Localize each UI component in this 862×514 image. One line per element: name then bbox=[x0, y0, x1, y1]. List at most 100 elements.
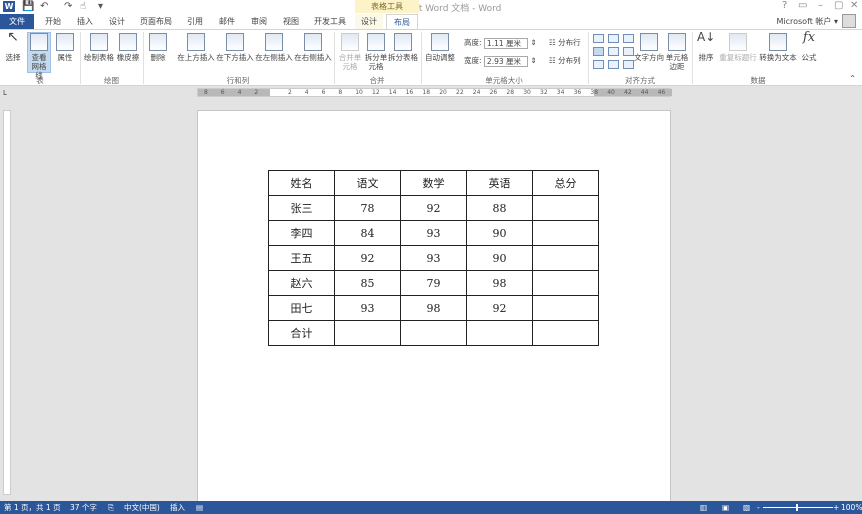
tab-table-layout[interactable]: 布局 bbox=[386, 14, 418, 29]
table-cell[interactable]: 98 bbox=[466, 270, 533, 296]
height-spinner-icon[interactable]: ⇕ bbox=[530, 38, 536, 47]
zoom-in-button[interactable]: + bbox=[833, 501, 839, 514]
minimize-button[interactable]: – bbox=[818, 0, 823, 11]
table-cell[interactable]: 84 bbox=[334, 220, 401, 246]
table-cell[interactable] bbox=[532, 220, 599, 246]
web-layout-icon[interactable]: ▧ bbox=[743, 501, 750, 514]
table-cell[interactable]: 92 bbox=[334, 245, 401, 271]
document-page[interactable]: 姓名 语文 数学 英语 总分 张三 78 92 88 李四 84 93 90 王五 92 93 90 赵六 85 79… bbox=[197, 110, 671, 505]
draw-table-button[interactable]: 绘制表格 bbox=[84, 33, 114, 62]
table-cell[interactable]: 语文 bbox=[334, 170, 401, 196]
table-cell[interactable]: 98 bbox=[400, 295, 467, 321]
tab-insert[interactable]: 插入 bbox=[72, 14, 98, 29]
eraser-button[interactable]: 橡皮擦 bbox=[115, 33, 141, 62]
table-cell[interactable]: 93 bbox=[400, 220, 467, 246]
table-cell[interactable]: 姓名 bbox=[268, 170, 335, 196]
cell-margins-button[interactable]: 单元格边距 bbox=[664, 33, 690, 71]
split-table-button[interactable]: 拆分表格 bbox=[388, 33, 418, 62]
insert-left-button[interactable]: 在左侧插入 bbox=[254, 33, 294, 62]
table-cell[interactable]: 田七 bbox=[268, 295, 335, 321]
delete-button[interactable]: 删除 bbox=[146, 33, 170, 62]
language-indicator[interactable]: 中文(中国) bbox=[124, 501, 160, 514]
tab-review[interactable]: 审阅 bbox=[246, 14, 272, 29]
table-cell[interactable]: 78 bbox=[334, 195, 401, 221]
sort-button[interactable]: A↓ 排序 bbox=[696, 31, 716, 62]
table-cell[interactable] bbox=[532, 270, 599, 296]
table-cell[interactable] bbox=[400, 320, 467, 346]
table-cell[interactable]: 90 bbox=[466, 220, 533, 246]
autofit-button[interactable]: 自动调整 bbox=[424, 33, 456, 62]
zoom-level[interactable]: 100% bbox=[841, 501, 862, 514]
horizontal-ruler[interactable]: 8 6 4 2 2 4 6 8 10 12 14 16 18 20 22 24 26 28 30 32 34 36 38 40… bbox=[197, 88, 672, 97]
table-cell[interactable]: 王五 bbox=[268, 245, 335, 271]
account-menu[interactable]: Microsoft 帐户 ▾ bbox=[776, 16, 838, 27]
print-layout-icon[interactable]: ▣ bbox=[722, 501, 729, 514]
table-cell[interactable] bbox=[532, 295, 599, 321]
table-cell[interactable]: 93 bbox=[334, 295, 401, 321]
insert-mode-indicator[interactable]: 插入 bbox=[170, 501, 185, 514]
tab-page-layout[interactable]: 页面布局 bbox=[136, 14, 176, 29]
height-input[interactable]: 1.11 厘米 bbox=[483, 37, 528, 49]
table-cell[interactable] bbox=[466, 320, 533, 346]
align-middle-left-icon[interactable] bbox=[593, 47, 604, 56]
align-top-left-icon[interactable] bbox=[593, 34, 604, 43]
table-cell[interactable]: 李四 bbox=[268, 220, 335, 246]
macro-record-icon[interactable]: ▤ bbox=[196, 501, 203, 514]
table-cell[interactable]: 赵六 bbox=[268, 270, 335, 296]
insert-right-button[interactable]: 在右侧插入 bbox=[293, 33, 333, 62]
table-cell[interactable]: 90 bbox=[466, 245, 533, 271]
zoom-slider[interactable] bbox=[763, 507, 833, 508]
tab-mailings[interactable]: 邮件 bbox=[214, 14, 240, 29]
width-spinner-icon[interactable]: ⇕ bbox=[530, 56, 536, 65]
convert-to-text-button[interactable]: 转换为文本 bbox=[758, 33, 798, 62]
tab-references[interactable]: 引用 bbox=[182, 14, 208, 29]
read-mode-icon[interactable]: ▥ bbox=[700, 501, 707, 514]
table-cell[interactable]: 合计 bbox=[268, 320, 335, 346]
merge-cells-button[interactable]: 合并单元格 bbox=[338, 33, 362, 71]
align-bottom-left-icon[interactable] bbox=[593, 60, 604, 69]
zoom-out-button[interactable]: - bbox=[757, 501, 760, 514]
repeat-header-button[interactable]: 重复标题行 bbox=[718, 33, 758, 62]
proofing-icon[interactable]: ⎘ bbox=[108, 501, 114, 514]
text-direction-button[interactable]: 文字方向 bbox=[634, 33, 664, 62]
table-cell[interactable] bbox=[532, 245, 599, 271]
formula-button[interactable]: fx 公式 bbox=[798, 31, 820, 62]
close-button[interactable]: ✕ bbox=[850, 0, 858, 11]
table-cell[interactable]: 总分 bbox=[532, 170, 599, 196]
table-cell[interactable] bbox=[532, 195, 599, 221]
table-cell[interactable]: 数学 bbox=[400, 170, 467, 196]
insert-below-button[interactable]: 在下方插入 bbox=[215, 33, 255, 62]
table-cell[interactable]: 张三 bbox=[268, 195, 335, 221]
insert-above-button[interactable]: 在上方插入 bbox=[176, 33, 216, 62]
help-button[interactable]: ? bbox=[782, 0, 787, 11]
tab-view[interactable]: 视图 bbox=[278, 14, 304, 29]
maximize-button[interactable]: ▢ bbox=[834, 0, 843, 11]
table-cell[interactable]: 79 bbox=[400, 270, 467, 296]
avatar[interactable] bbox=[842, 14, 856, 28]
align-top-right-icon[interactable] bbox=[623, 34, 634, 43]
align-top-center-icon[interactable] bbox=[608, 34, 619, 43]
table-cell[interactable] bbox=[334, 320, 401, 346]
table-cell[interactable]: 85 bbox=[334, 270, 401, 296]
collapse-ribbon-icon[interactable]: ⌃ bbox=[849, 74, 856, 83]
tab-design[interactable]: 设计 bbox=[104, 14, 130, 29]
align-bottom-right-icon[interactable] bbox=[623, 60, 634, 69]
distribute-cols-button[interactable]: ☷ 分布列 bbox=[549, 55, 581, 66]
table-cell[interactable]: 英语 bbox=[466, 170, 533, 196]
word-count[interactable]: 37 个字 bbox=[70, 501, 97, 514]
table-cell[interactable]: 92 bbox=[466, 295, 533, 321]
ribbon-display-button[interactable]: ▭ bbox=[798, 0, 807, 11]
tab-table-design[interactable]: 设计 bbox=[355, 14, 383, 29]
page-count[interactable]: 第 1 页，共 1 页 bbox=[4, 501, 61, 514]
table-cell[interactable]: 93 bbox=[400, 245, 467, 271]
table-cell[interactable] bbox=[532, 320, 599, 346]
tab-file[interactable]: 文件 bbox=[0, 14, 34, 29]
properties-button[interactable]: 属性 bbox=[54, 33, 76, 62]
vertical-ruler[interactable] bbox=[3, 110, 11, 495]
align-middle-right-icon[interactable] bbox=[623, 47, 634, 56]
width-input[interactable]: 2.93 厘米 bbox=[483, 55, 528, 67]
tab-developer[interactable]: 开发工具 bbox=[310, 14, 350, 29]
table-cell[interactable]: 92 bbox=[400, 195, 467, 221]
tab-home[interactable]: 开始 bbox=[40, 14, 66, 29]
align-bottom-center-icon[interactable] bbox=[608, 60, 619, 69]
